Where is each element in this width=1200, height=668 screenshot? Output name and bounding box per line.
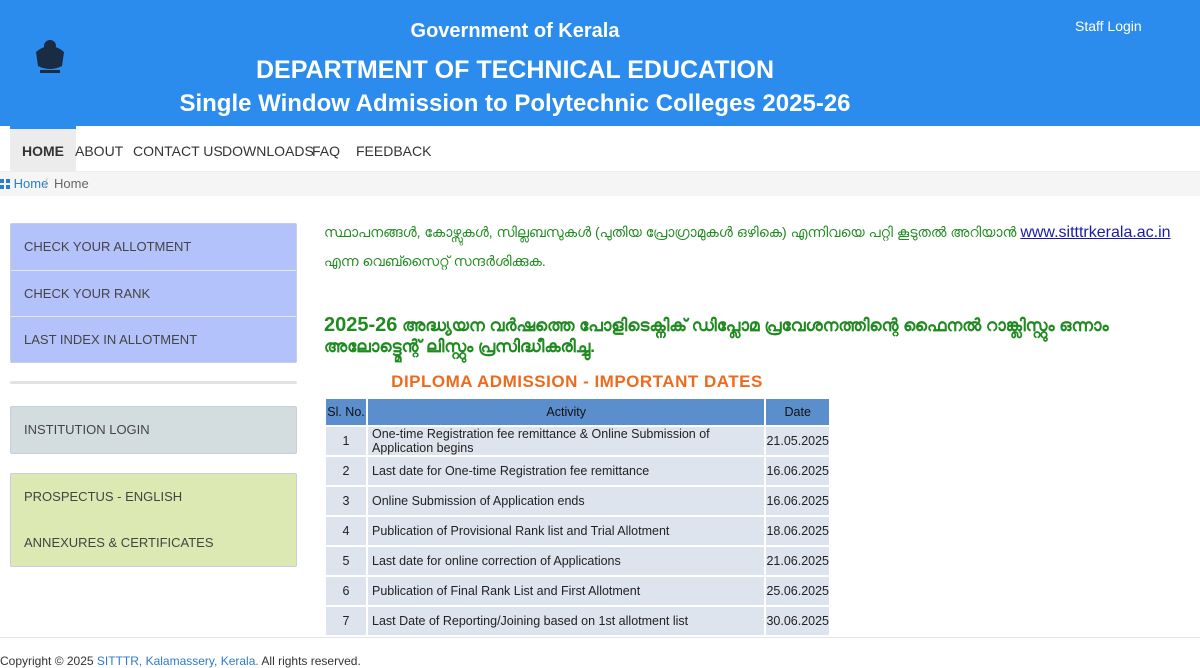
table-row: 6 Publication of Final Rank List and Firs…: [324, 575, 831, 607]
sidebar-documents-group: PROSPECTUS - ENGLISH ANNEXURES & CERTIFI…: [10, 473, 297, 567]
sidebar-item-check-rank[interactable]: CHECK YOUR RANK: [11, 270, 296, 316]
sitttr-footer-link[interactable]: SITTTR, Kalamassery, Kerala.: [97, 654, 259, 668]
table-row: 5 Last date for online correction of Appl…: [324, 545, 831, 577]
breadcrumb: Home / Home: [0, 172, 1200, 196]
breadcrumb-separator: /: [44, 176, 48, 191]
row-activity: Online Submission of Application ends: [365, 485, 767, 517]
sitttr-website-link[interactable]: www.sitttrkerala.ac.in: [1020, 224, 1170, 241]
row-activity: Last Date of Reporting/Joining based on …: [365, 605, 767, 637]
sidebar-divider: [10, 381, 297, 384]
main-nav: HOME ABOUT CONTACT US DOWNLOADS FAQ FEED…: [0, 126, 1200, 172]
row-sl: 2: [324, 455, 368, 487]
row-sl: 3: [324, 485, 368, 517]
table-row: 1 One-time Registration fee remittance & …: [324, 425, 831, 457]
important-dates-table: Sl. No. Activity Date 1 One-time Registra…: [324, 397, 831, 637]
row-sl: 4: [324, 515, 368, 547]
row-sl: 5: [324, 545, 368, 577]
info-notice: സ്ഥാപനങ്ങൾ, കോഴ്സുകൾ, സില്ലബസുകൾ (പുതിയ …: [324, 218, 1190, 275]
row-activity: One-time Registration fee remittance & O…: [365, 425, 767, 457]
row-sl: 1: [324, 425, 368, 457]
nav-feedback[interactable]: FEEDBACK: [344, 126, 443, 172]
sidebar-item-institution-login[interactable]: INSTITUTION LOGIN: [11, 407, 296, 453]
sidebar-item-annexures[interactable]: ANNEXURES & CERTIFICATES: [11, 520, 296, 566]
row-date: 16.06.2025: [764, 485, 831, 517]
department-title: DEPARTMENT OF TECHNICAL EDUCATION: [255, 56, 775, 84]
notice-text-before: സ്ഥാപനങ്ങൾ, കോഴ്സുകൾ, സില്ലബസുകൾ (പുതിയ …: [324, 224, 1021, 240]
row-sl: 6: [324, 575, 368, 607]
dates-title: DIPLOMA ADMISSION - IMPORTANT DATES: [391, 372, 763, 391]
headline-text: അദ്ധ്യയന വർഷത്തെ പോളിടെക്നിക് ഡിപ്ലോമ പ്…: [324, 316, 1109, 356]
row-activity: Last date for One-time Registration fee …: [365, 455, 767, 487]
sidebar-item-prospectus[interactable]: PROSPECTUS - ENGLISH: [11, 474, 296, 520]
row-sl: 7: [324, 605, 368, 637]
table-row: 3 Online Submission of Application ends 16…: [324, 485, 831, 517]
row-activity: Publication of Final Rank List and First…: [365, 575, 767, 607]
copyright-prefix: Copyright © 2025: [0, 654, 97, 668]
dashboard-icon: [0, 179, 10, 189]
row-date: 16.06.2025: [764, 455, 831, 487]
row-date: 18.06.2025: [764, 515, 831, 547]
breadcrumb-current: Home: [54, 176, 89, 191]
row-date: 21.06.2025: [764, 545, 831, 577]
announcement-headline: 2025-26 അദ്ധ്യയന വർഷത്തെ പോളിടെക്നിക് ഡി…: [324, 314, 1190, 357]
sidebar-item-check-allotment[interactable]: CHECK YOUR ALLOTMENT: [11, 224, 296, 270]
table-row: 4 Publication of Provisional Rank list an…: [324, 515, 831, 547]
row-date: 25.06.2025: [764, 575, 831, 607]
col-sl-no: Sl. No.: [324, 397, 368, 427]
row-activity: Publication of Provisional Rank list and…: [365, 515, 767, 547]
site-footer: Copyright © 2025 SITTTR, Kalamassery, Ke…: [0, 637, 1200, 668]
sidebar-item-last-index[interactable]: LAST INDEX IN ALLOTMENT: [11, 316, 296, 362]
sidebar-allotment-group: CHECK YOUR ALLOTMENT CHECK YOUR RANK LAS…: [10, 223, 297, 363]
row-date: 21.05.2025: [764, 425, 831, 457]
row-activity: Last date for online correction of Appli…: [365, 545, 767, 577]
notice-text-after: എന്ന വെബ്സൈറ്റ് സന്ദർശിക്കുക.: [324, 253, 546, 269]
table-header-row: Sl. No. Activity Date: [324, 397, 831, 427]
headline-year: 2025-26: [324, 314, 398, 336]
table-row: 7 Last Date of Reporting/Joining based on…: [324, 605, 831, 637]
site-header: Government of Kerala DEPARTMENT OF TECHN…: [0, 0, 1200, 126]
copyright-suffix: All rights reserved.: [258, 654, 361, 668]
government-label: Government of Kerala: [410, 20, 620, 42]
staff-login-link[interactable]: Staff Login: [1075, 18, 1142, 34]
breadcrumb-home-link[interactable]: Home: [0, 172, 48, 196]
table-row: 2 Last date for One-time Registration fee…: [324, 455, 831, 487]
row-date: 30.06.2025: [764, 605, 831, 637]
col-activity: Activity: [365, 397, 767, 427]
sidebar-login-group: INSTITUTION LOGIN: [10, 406, 297, 454]
col-date: Date: [764, 397, 831, 427]
copyright-text: Copyright © 2025 SITTTR, Kalamassery, Ke…: [0, 654, 361, 668]
page-title: Single Window Admission to Polytechnic C…: [179, 90, 851, 117]
